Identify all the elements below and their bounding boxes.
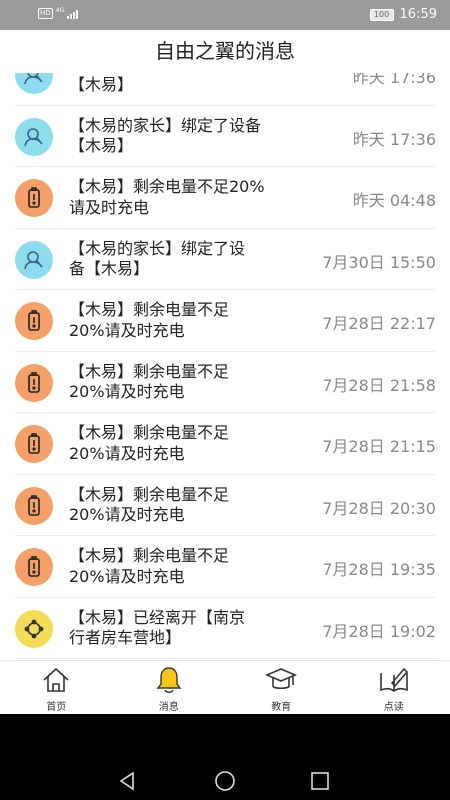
person-icon	[15, 117, 53, 156]
message-text: 【木易】剩余电量不足 20%请及时充电	[69, 361, 230, 402]
message-text: 【木易】剩余电量不足 20%请及时充电	[69, 484, 230, 525]
message-list[interactable]: 【木易的家长】绑定了设备 【木易】 昨天 17:36 【木易的家长】绑定了设备 …	[0, 44, 450, 659]
bottom-tab-bar: 首页 消息 教育 点读	[0, 660, 450, 714]
network-type: 4G	[55, 6, 65, 14]
message-text: 【木易】剩余电量不足 20%请及时充电	[69, 423, 230, 463]
message-row[interactable]: 【木易】剩余电量不足 20%请及时充电 7月28日 20:30	[15, 475, 436, 536]
message-text: 【木易的家长】绑定了设 备【木易】	[69, 238, 246, 279]
battery-alert-icon	[15, 486, 53, 525]
message-row[interactable]: 【木易】剩余电量不足 20%请及时充电 7月28日 21:15	[15, 413, 436, 475]
message-row[interactable]: 【木易】剩余电量不足20% 请及时充电 昨天 04:48	[15, 167, 436, 229]
message-text: 【木易的家长】绑定了设备 【木易】	[69, 115, 262, 156]
message-text: 【木易】剩余电量不足20% 请及时充电	[69, 177, 265, 217]
message-time: 7月28日 21:58	[322, 375, 436, 395]
location-icon	[15, 609, 53, 648]
message-row[interactable]: 【木易】剩余电量不足 20%请及时充电 7月28日 22:17	[15, 290, 436, 352]
app-screen: 自由之翼的消息 【木易的家长】绑定了设备 【木易】 昨天 17:36 【木易的家…	[0, 30, 450, 714]
status-left: HD 4G	[38, 6, 79, 19]
message-text: 【木易】已经离开【南京 行者房车营地】	[69, 607, 246, 648]
message-time: 7月28日 19:02	[322, 621, 436, 641]
message-row[interactable]: 【木易的家长】绑定了设备 【木易】 昨天 17:36	[15, 106, 436, 167]
message-time: 7月28日 21:15	[322, 437, 436, 456]
message-time: 7月28日 19:35	[322, 560, 436, 579]
message-time: 7月28日 22:17	[322, 314, 436, 333]
book-pen-icon	[379, 667, 408, 692]
tab-education[interactable]: 教育	[225, 661, 338, 714]
tab-messages[interactable]: 消息	[113, 661, 226, 714]
status-bar: HD 4G 100 16:59	[0, 0, 450, 30]
message-time: 7月28日 20:30	[322, 498, 436, 518]
hd-badge: HD	[38, 8, 53, 19]
tab-home[interactable]: 首页	[0, 661, 113, 714]
page-title: 自由之翼的消息	[0, 30, 450, 73]
message-row[interactable]: 【木易】剩余电量不足 20%请及时充电 7月28日 19:35	[15, 536, 436, 598]
battery-alert-icon	[15, 363, 53, 402]
bell-icon	[156, 667, 182, 693]
home-circle-icon[interactable]	[213, 769, 237, 793]
system-nav-bar	[0, 714, 450, 800]
tab-label: 首页	[46, 702, 67, 713]
graduation-cap-icon	[265, 668, 298, 690]
message-row[interactable]: 【木易】剩余电量不足 20%请及时充电 7月28日 21:58	[15, 352, 436, 413]
message-text: 【木易】剩余电量不足 20%请及时充电	[69, 546, 230, 586]
back-icon[interactable]	[115, 769, 139, 793]
signal-icon	[67, 9, 79, 19]
person-icon	[15, 240, 53, 279]
battery-alert-icon	[15, 548, 53, 586]
message-time: 昨天 04:48	[352, 191, 436, 210]
battery-alert-icon	[15, 425, 53, 463]
battery-icon: 100	[369, 8, 394, 21]
battery-alert-icon	[15, 302, 53, 340]
tab-label: 教育	[271, 702, 292, 713]
message-time: 昨天 17:36	[352, 129, 436, 149]
status-right: 100 16:59	[369, 7, 437, 22]
status-time: 16:59	[399, 7, 437, 22]
message-text: 【木易】剩余电量不足 20%请及时充电	[69, 300, 230, 340]
message-time: 7月30日 15:50	[322, 252, 436, 272]
battery-alert-icon	[15, 179, 53, 217]
tab-label: 消息	[158, 702, 179, 713]
message-row[interactable]: 【木易的家长】绑定了设 备【木易】 7月30日 15:50	[15, 229, 436, 290]
message-row[interactable]: 【木易】已经离开【南京 行者房车营地】 7月28日 19:02	[15, 598, 436, 659]
tab-label: 点读	[383, 702, 404, 713]
home-icon	[43, 667, 69, 692]
tab-reading[interactable]: 点读	[338, 661, 450, 714]
recents-icon[interactable]	[308, 769, 332, 793]
